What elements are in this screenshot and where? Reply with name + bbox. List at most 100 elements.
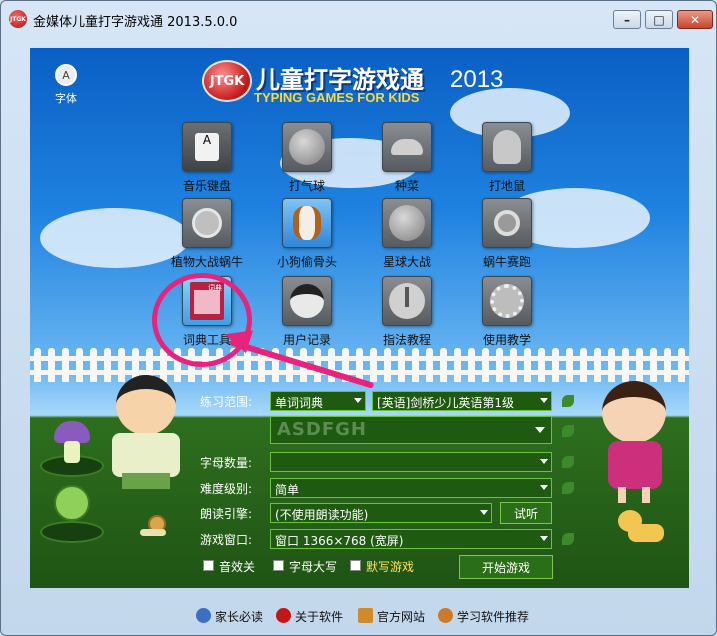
recommend-link[interactable]: 学习软件推荐 [438, 608, 538, 624]
footer-link-label: 官方网站 [377, 610, 426, 624]
chevron-down-icon [540, 398, 548, 403]
letters-label: 字母数量: [200, 456, 253, 470]
film-reel-icon [482, 276, 532, 326]
window-select[interactable]: 窗口 1366×768 (宽屏) [270, 529, 552, 549]
game-tile-dog-bone[interactable]: 小狗偷骨头 [267, 198, 347, 272]
logo-year: 2013 [450, 66, 504, 93]
game-label: 种菜 [394, 179, 419, 193]
recommend-icon [438, 608, 453, 623]
finger-circle [389, 283, 425, 319]
girl-head [602, 381, 666, 443]
boy-shorts [122, 473, 170, 489]
logo-badge: JTGK [202, 60, 252, 102]
fence-post [76, 348, 83, 382]
parents-guide-link[interactable]: 家长必读 [196, 608, 266, 624]
leaf-decoration [562, 395, 574, 407]
game-tile-plants-vs-snails[interactable]: 植物大战蜗牛 [167, 198, 247, 272]
maximize-icon: □ [653, 12, 665, 27]
listen-button[interactable]: 试听 [500, 502, 552, 524]
boy-character [108, 375, 186, 493]
letters-select[interactable] [270, 452, 552, 472]
leaf-decoration [562, 425, 574, 437]
fence-post [48, 348, 55, 382]
planet-icon [382, 198, 432, 248]
minimize-button[interactable]: – [613, 10, 641, 29]
game-tile-user-records[interactable]: 用户记录 [267, 276, 347, 350]
fence-post [538, 348, 545, 382]
title-bar: JTGK 金媒体儿童打字游戏通 2013.5.0.0 – □ ✕ [1, 1, 716, 37]
peashooter-head [54, 485, 90, 521]
boy-head [116, 375, 176, 435]
difficulty-select[interactable]: 简单 [270, 478, 552, 498]
font-label: 字体 [55, 92, 77, 105]
game-tile-snail-race[interactable]: 蜗牛赛跑 [467, 198, 547, 272]
chevron-down-icon [480, 510, 488, 515]
checkbox-label: 字母大写 [289, 560, 338, 574]
logo-subtitle: TYPING GAMES FOR KIDS [254, 90, 420, 105]
girl-dress [608, 441, 662, 489]
mushroom-decoration [34, 421, 114, 481]
app-window: JTGK 金媒体儿童打字游戏通 2013.5.0.0 – □ ✕ A 字体 JT… [0, 0, 717, 636]
highlight-circle [152, 273, 252, 367]
wordbook-select[interactable]: [英语]剑桥少儿英语第1级 [372, 391, 552, 411]
fence-post [384, 348, 391, 382]
game-label: 打地鼠 [488, 179, 525, 193]
range-value: 单词词典 [275, 396, 324, 410]
game-tile-balloon[interactable]: 打气球 [267, 122, 347, 196]
font-button[interactable]: A 字体 [52, 64, 80, 110]
dog-shape [293, 206, 321, 240]
about-link[interactable]: 关于软件 [276, 608, 352, 624]
game-tile-star-wars[interactable]: 星球大战 [367, 198, 447, 272]
range-label: 练习范围: [200, 395, 253, 409]
finger-icon [382, 276, 432, 326]
checkbox-label: 音效关 [219, 560, 256, 574]
mushroom-cap [391, 139, 423, 155]
fence-post [650, 348, 657, 382]
game-label: 小狗偷骨头 [276, 255, 337, 269]
difficulty-label: 难度级别: [200, 482, 253, 496]
game-tile-fingering-tutorial[interactable]: 指法教程 [367, 276, 447, 350]
fence-post [496, 348, 503, 382]
plant-shape [192, 208, 222, 238]
wordbook-value: [英语]剑桥少儿英语第1级 [377, 396, 514, 410]
app-logo-icon: JTGK [9, 10, 27, 28]
close-button[interactable]: ✕ [677, 10, 713, 29]
start-game-button[interactable]: 开始游戏 [459, 555, 553, 579]
window-value: 窗口 1366×768 (宽屏) [275, 534, 404, 548]
game-label: 用户记录 [282, 333, 331, 347]
game-label: 音乐键盘 [182, 179, 231, 193]
fence-post [62, 348, 69, 382]
window-title: 金媒体儿童打字游戏通 2013.5.0.0 [33, 15, 238, 30]
girl-leg [642, 487, 650, 503]
chevron-down-icon [540, 536, 548, 541]
leaf-decoration [562, 482, 574, 494]
fence-post [412, 348, 419, 382]
keycap-shape: A [195, 133, 219, 161]
snail-body [140, 529, 166, 536]
game-tile-usage-teaching[interactable]: 使用教学 [467, 276, 547, 350]
engine-label: 朗读引擎: [200, 507, 253, 521]
letters-preview[interactable]: ASDFGH [270, 416, 552, 444]
game-tile-vegetables[interactable]: 种菜 [367, 122, 447, 196]
plant-pot [40, 521, 104, 543]
fence-post [90, 348, 97, 382]
finger-shape [405, 287, 409, 307]
official-site-link[interactable]: 官方网站 [358, 608, 434, 624]
game-tile-mole[interactable]: 打地鼠 [467, 122, 547, 196]
range-select[interactable]: 单词词典 [270, 391, 366, 411]
fence-post [454, 348, 461, 382]
game-label: 植物大战蜗牛 [170, 255, 243, 269]
girl-character [598, 381, 672, 505]
game-label: 星球大战 [382, 255, 431, 269]
uppercase-checkbox[interactable]: 字母大写 [273, 558, 345, 574]
game-tile-music-keyboard[interactable]: A 音乐键盘 [167, 122, 247, 196]
maximize-button[interactable]: □ [645, 10, 673, 29]
fence-post [678, 348, 685, 382]
chevron-down-icon [540, 459, 548, 464]
difficulty-row: 难度级别: 简单 [200, 478, 560, 498]
balloon-icon [282, 122, 332, 172]
fence-post [552, 348, 559, 382]
dictation-checkbox[interactable]: 默写游戏 [350, 558, 422, 574]
engine-select[interactable]: (不使用朗读功能) [270, 503, 492, 523]
sound-off-checkbox[interactable]: 音效关 [203, 558, 263, 574]
